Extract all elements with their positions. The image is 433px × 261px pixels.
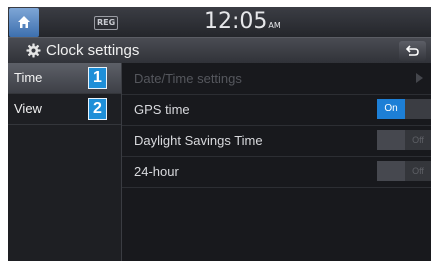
24-hour-toggle[interactable]: Off: [377, 161, 431, 181]
number-badge: 2: [88, 98, 107, 120]
chevron-right-icon: [416, 73, 423, 83]
toggle-off-segment: Off: [405, 130, 431, 150]
sidebar-item-label: Time: [14, 70, 43, 85]
number-badge: 1: [88, 67, 107, 89]
daylight-savings-toggle[interactable]: Off: [377, 130, 431, 150]
sidebar: Time 1 View 2: [8, 63, 122, 261]
reg-badge: REG: [94, 16, 119, 30]
row-daylight-savings-time[interactable]: Daylight Savings Time Off: [122, 125, 431, 157]
back-button[interactable]: [399, 41, 426, 61]
status-bar: REG 12:05AM: [8, 7, 431, 37]
toggle-on-segment: [377, 130, 405, 150]
row-gps-time[interactable]: GPS time On: [122, 94, 431, 126]
row-label: 24-hour: [134, 164, 179, 179]
toggle-off-segment: Off: [405, 161, 431, 181]
back-arrow-icon: [406, 45, 419, 56]
head-unit-screen: REG 12:05AM Clock settings Time 1 View 2…: [8, 7, 431, 261]
home-icon: [18, 16, 30, 28]
row-date-time-settings: Date/Time settings: [122, 63, 431, 95]
clock-ampm: AM: [268, 21, 281, 30]
gear-icon: [26, 43, 41, 58]
page-header: Clock settings: [8, 37, 431, 64]
sidebar-item-time[interactable]: Time 1: [8, 63, 121, 94]
row-label: Daylight Savings Time: [134, 133, 263, 148]
clock-time: 12:05: [204, 9, 268, 34]
row-24-hour[interactable]: 24-hour Off: [122, 156, 431, 188]
page-title: Clock settings: [46, 42, 140, 59]
toggle-off-segment: [405, 99, 431, 119]
home-button[interactable]: [9, 8, 39, 37]
row-label: GPS time: [134, 102, 190, 117]
gps-time-toggle[interactable]: On: [377, 99, 431, 119]
row-label: Date/Time settings: [134, 71, 242, 86]
settings-list: Date/Time settings GPS time On Daylight …: [122, 63, 431, 261]
toggle-on-segment: On: [377, 99, 405, 119]
toggle-on-segment: [377, 161, 405, 181]
sidebar-item-view[interactable]: View 2: [8, 94, 121, 125]
sidebar-item-label: View: [14, 101, 42, 116]
clock-display: 12:05AM: [204, 9, 281, 39]
